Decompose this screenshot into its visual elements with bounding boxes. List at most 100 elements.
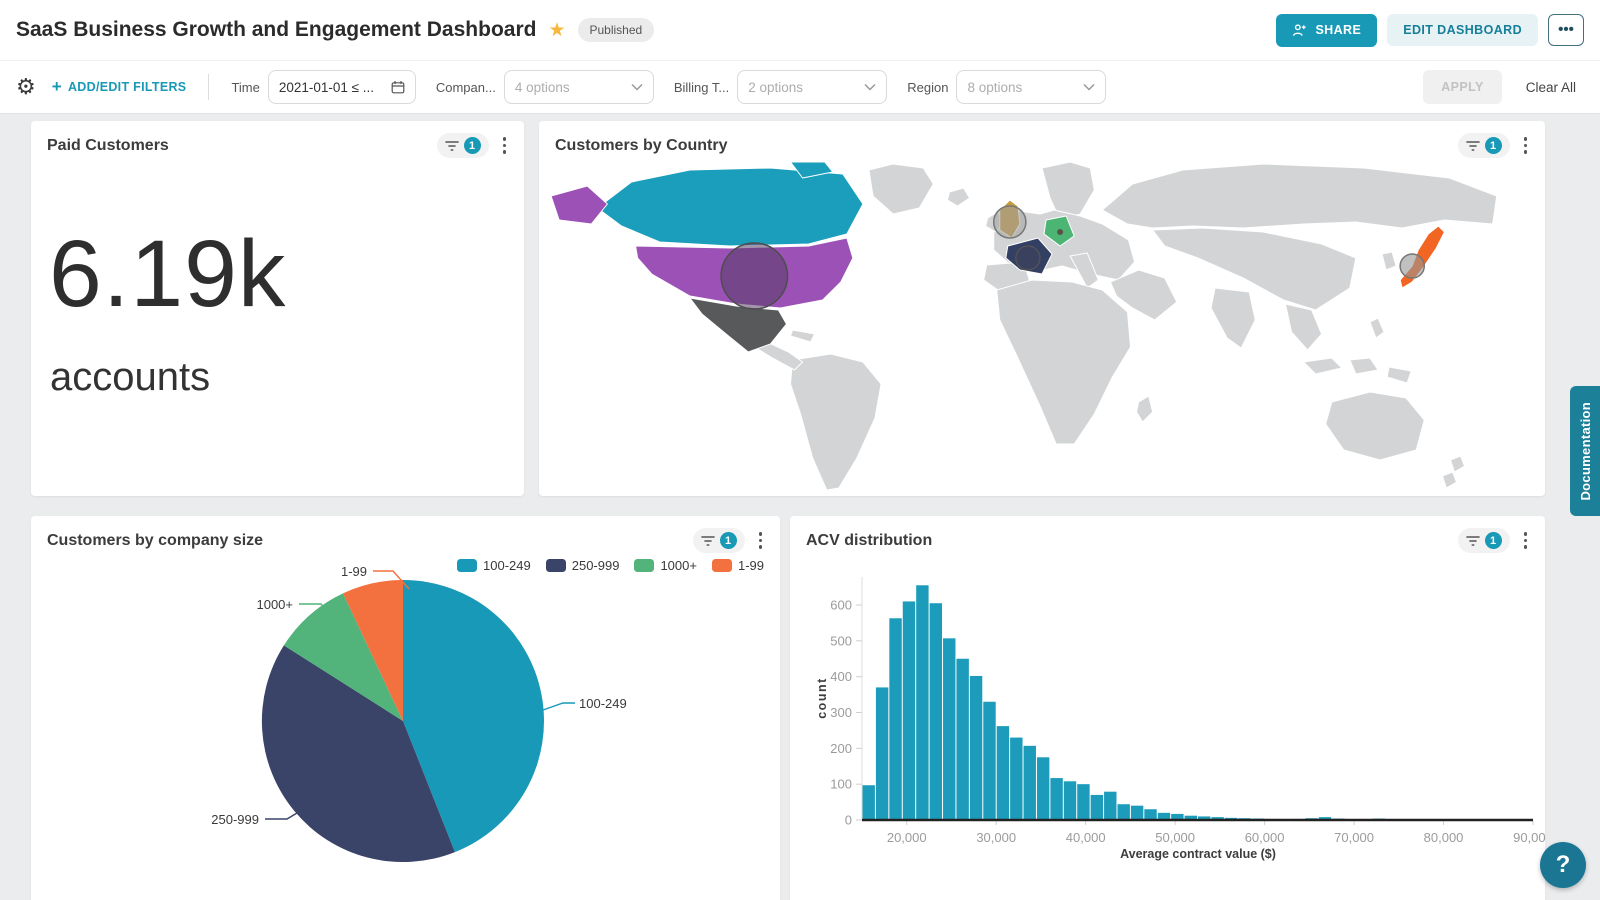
divider [208,74,209,100]
histogram-bar[interactable] [1077,784,1089,820]
share-button[interactable]: SHARE [1276,14,1377,47]
x-tick-label: 50,000 [1155,830,1195,845]
histogram-bar[interactable] [1050,778,1062,820]
favorite-star-icon[interactable]: ★ [548,21,565,40]
company-filter-label: Compan... [436,80,496,95]
chevron-down-icon [631,83,643,91]
map-bubble-united-kingdom[interactable] [994,206,1026,238]
region-filter-select[interactable]: 8 options [956,70,1106,104]
legend-item-250-999[interactable]: 250-999 [546,558,620,573]
filter-icon [1466,535,1480,547]
histogram-bar[interactable] [1117,804,1129,820]
apply-button[interactable]: APPLY [1423,70,1502,104]
region-filter-label: Region [907,80,948,95]
edit-dashboard-button[interactable]: EDIT DASHBOARD [1387,14,1538,46]
time-filter-input[interactable]: 2021-01-01 ≤ ... [268,70,416,104]
add-edit-filters-button[interactable]: + ADD/EDIT FILTERS [52,77,187,97]
histogram-bar[interactable] [1144,809,1156,820]
panel-customers-by-country: Customers by Country 1 [539,121,1545,496]
x-tick-label: 90,000 [1513,830,1545,845]
histogram-bar[interactable] [1131,806,1143,820]
filter-bar: ⚙ + ADD/EDIT FILTERS Time 2021-01-01 ≤ .… [0,61,1600,114]
filter-count-badge: 1 [720,532,737,549]
kebab-menu-icon[interactable] [1518,133,1534,158]
legend-item-100-249[interactable]: 100-249 [457,558,531,573]
kpi-unit: accounts [50,355,524,400]
panel-title: ACV distribution [806,532,932,550]
x-axis-title: Average contract value ($) [1120,847,1276,861]
documentation-tab-label: Documentation [1578,402,1593,501]
pie-chart: 100-249 250-999 1000+ 1-99 [31,557,780,900]
histogram-bar[interactable] [916,585,928,820]
histogram-bar[interactable] [1010,738,1022,820]
x-tick-label: 40,000 [1066,830,1106,845]
map-base-land [756,162,1496,490]
map-bubble-japan[interactable] [1400,254,1424,278]
histogram-bar[interactable] [1037,757,1049,820]
pie-callout-label: 100-249 [579,696,627,711]
histogram-bar[interactable] [876,687,888,820]
panel-filter-indicator[interactable]: 1 [1458,528,1510,553]
histogram-bar[interactable] [903,601,915,820]
help-button[interactable]: ? [1540,842,1586,888]
map-bubble-france[interactable] [1016,246,1040,270]
y-axis-title: count [815,677,829,719]
panel-title: Customers by company size [47,532,263,550]
clear-all-button[interactable]: Clear All [1526,80,1576,95]
legend-item-1-99[interactable]: 1-99 [712,558,764,573]
map-country-canada[interactable] [597,168,863,246]
filter-icon [701,535,715,547]
company-filter-select[interactable]: 4 options [504,70,654,104]
histogram-bar[interactable] [983,702,995,820]
dashboard-app: SaaS Business Growth and Engagement Dash… [0,0,1600,900]
panel-acv-distribution: ACV distribution 1 010020030040050060020… [790,516,1545,900]
panel-filter-indicator[interactable]: 1 [1458,133,1510,158]
legend-swatch [457,559,477,572]
panel-paid-customers: Paid Customers 1 6.19k accounts [31,121,524,496]
x-tick-label: 80,000 [1424,830,1464,845]
panel-filter-indicator[interactable]: 1 [693,528,745,553]
histogram-bar[interactable] [1064,781,1076,820]
gear-icon[interactable]: ⚙ [16,74,36,100]
map-bubble-germany[interactable] [1057,229,1063,235]
x-tick-label: 70,000 [1334,830,1374,845]
y-tick-label: 300 [830,705,852,720]
panel-filter-indicator[interactable]: 1 [437,133,489,158]
world-map[interactable] [539,162,1545,496]
histogram-bar[interactable] [863,785,875,820]
more-options-button[interactable]: ••• [1548,14,1584,46]
pie-callout-line [543,703,575,710]
kpi-value: 6.19k [49,220,524,329]
histogram-bar[interactable] [1104,792,1116,820]
map-country-alaska[interactable] [551,186,607,224]
histogram-bar[interactable] [930,603,942,820]
plus-icon: + [52,77,62,97]
histogram-bar[interactable] [956,659,968,820]
histogram-bar[interactable] [889,618,901,820]
histogram-chart: 010020030040050060020,00030,00040,00050,… [790,557,1545,900]
legend-label: 100-249 [483,558,531,573]
histogram-bar[interactable] [997,726,1009,820]
documentation-tab[interactable]: Documentation [1570,386,1600,516]
legend-label: 1-99 [738,558,764,573]
histogram-bar[interactable] [943,638,955,820]
header: SaaS Business Growth and Engagement Dash… [0,0,1600,61]
kebab-menu-icon[interactable] [497,133,513,158]
histogram-bar[interactable] [1024,746,1036,820]
legend-label: 1000+ [660,558,697,573]
kebab-menu-icon[interactable] [1518,528,1534,553]
panel-title: Customers by Country [555,137,727,155]
legend-item-1000+[interactable]: 1000+ [634,558,697,573]
legend-label: 250-999 [572,558,620,573]
y-tick-label: 0 [845,813,852,828]
map-bubble-united-states[interactable] [721,243,787,309]
histogram-bar[interactable] [1091,795,1103,820]
add-edit-filters-label: ADD/EDIT FILTERS [68,80,186,94]
billing-filter-value: 2 options [748,80,803,95]
filter-icon [445,140,459,152]
kebab-menu-icon[interactable] [753,528,769,553]
y-tick-label: 200 [830,741,852,756]
billing-filter-select[interactable]: 2 options [737,70,887,104]
histogram-bar[interactable] [970,676,982,820]
panel-company-size: Customers by company size 1 100-249 250-9… [31,516,780,900]
